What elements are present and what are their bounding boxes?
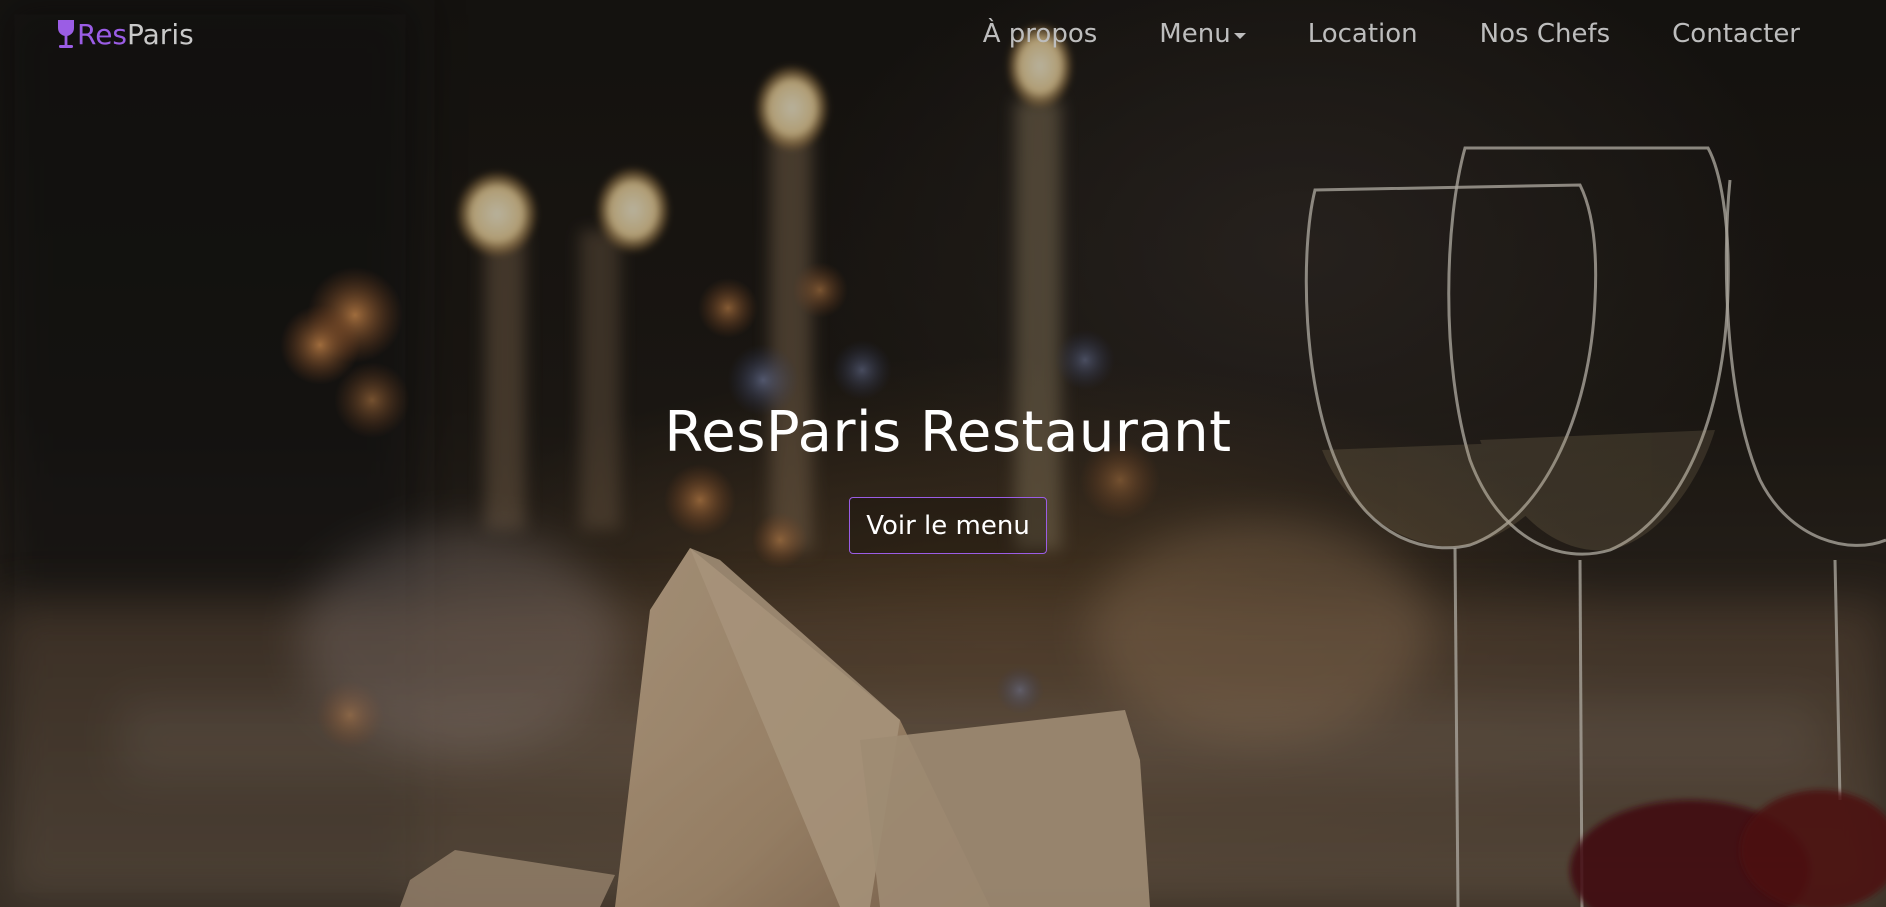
nav-menu: À propos Menu Location Nos Chefs Contact…	[921, 14, 1800, 54]
nav-item-label: Menu	[1159, 19, 1231, 49]
nav-item-contacter[interactable]: Contacter	[1672, 14, 1800, 54]
nav-item-label: À propos	[982, 19, 1098, 49]
wine-glass-icon	[56, 18, 76, 50]
brand-name-res: Res	[77, 17, 128, 51]
chevron-down-icon	[1233, 32, 1246, 39]
nav-item-location[interactable]: Location	[1308, 14, 1418, 54]
view-menu-button[interactable]: Voir le menu	[849, 497, 1047, 554]
brand-logo-link[interactable]: Res Paris	[56, 16, 194, 52]
hero-section: Res Paris À propos Menu Location Nos Chef…	[0, 0, 1886, 907]
nav-item-label: Location	[1307, 19, 1418, 49]
nav-item-nos-chefs[interactable]: Nos Chefs	[1480, 14, 1611, 54]
top-navbar: Res Paris À propos Menu Location Nos Chef…	[0, 0, 1886, 68]
nav-item-a-propos[interactable]: À propos	[983, 14, 1098, 54]
hero-title: ResParis Restaurant	[664, 400, 1232, 465]
nav-item-label: Nos Chefs	[1479, 19, 1611, 49]
brand-name-paris: Paris	[127, 17, 194, 51]
nav-item-label: Contacter	[1672, 19, 1800, 49]
nav-item-menu-dropdown[interactable]: Menu	[1159, 14, 1246, 54]
